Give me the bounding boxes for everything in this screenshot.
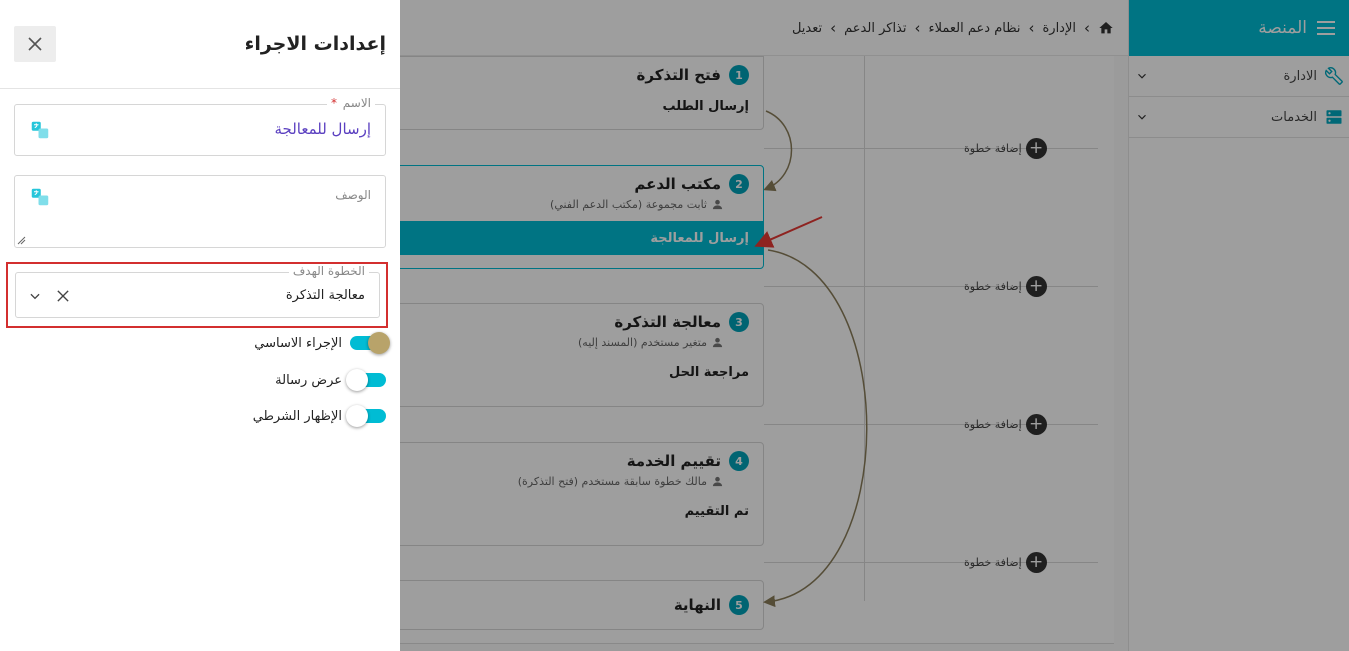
- description-label: الوصف: [335, 188, 371, 202]
- target-step-highlight: الخطوة الهدف معالجة التذكرة: [6, 262, 388, 328]
- target-step-icons: [26, 287, 82, 305]
- close-button[interactable]: [14, 26, 56, 62]
- resize-handle-icon[interactable]: [17, 236, 26, 245]
- translate-icon[interactable]: [31, 188, 49, 206]
- chevron-down-icon[interactable]: [26, 287, 44, 305]
- drawer-header: إعدادات الاجراء: [0, 0, 400, 89]
- toggle-primary-action[interactable]: الإجراء الاساسي: [254, 331, 390, 355]
- translate-icon[interactable]: [31, 121, 49, 139]
- clear-icon[interactable]: [54, 287, 72, 305]
- toggle-label: عرض رسالة: [275, 372, 342, 388]
- target-step-select[interactable]: الخطوة الهدف معالجة التذكرة: [15, 264, 380, 318]
- description-field[interactable]: الوصف: [14, 175, 386, 248]
- toggle-switch[interactable]: [346, 405, 386, 427]
- toggle-label: الإجراء الاساسي: [254, 335, 342, 351]
- target-step-label: الخطوة الهدف: [288, 264, 369, 278]
- name-value[interactable]: إرسال للمعالجة: [274, 120, 371, 138]
- toggle-show-message[interactable]: عرض رسالة: [275, 368, 386, 392]
- close-icon: [28, 37, 42, 51]
- action-settings-drawer: إعدادات الاجراء الاسم * إرسال للمعالجة ا…: [0, 0, 400, 651]
- toggle-label: الإظهار الشرطي: [252, 408, 342, 424]
- name-label-text: الاسم: [342, 96, 371, 110]
- name-field[interactable]: الاسم * إرسال للمعالجة: [14, 96, 386, 156]
- required-marker: *: [330, 96, 337, 110]
- drawer-title: إعدادات الاجراء: [244, 33, 386, 55]
- target-step-value: معالجة التذكرة: [285, 288, 365, 303]
- toggle-switch[interactable]: [346, 369, 386, 391]
- name-label: الاسم *: [326, 96, 375, 110]
- toggle-conditional-display[interactable]: الإظهار الشرطي: [253, 404, 386, 428]
- toggle-switch[interactable]: [350, 332, 390, 354]
